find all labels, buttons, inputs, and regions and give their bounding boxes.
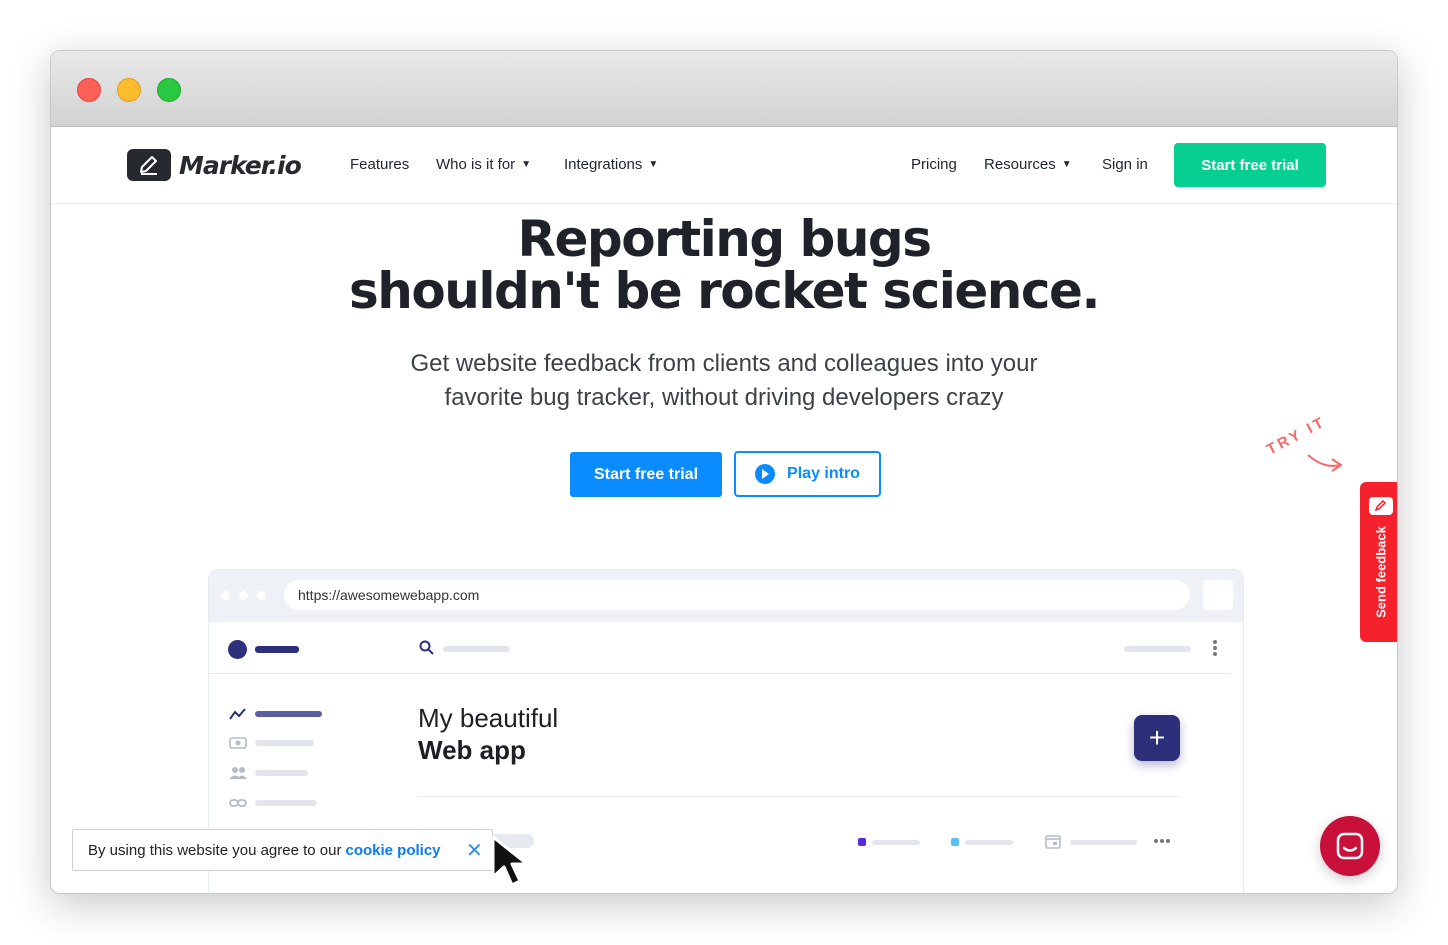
hero-start-trial-button[interactable]: Start free trial (570, 452, 722, 497)
caret-down-icon: ▼ (521, 159, 532, 170)
search-icon (419, 640, 435, 661)
play-intro-button[interactable]: Play intro (734, 451, 881, 497)
mockup-legend-bar (965, 840, 1013, 845)
chat-launcher-button[interactable] (1320, 816, 1380, 876)
caret-down-icon: ▼ (648, 159, 659, 170)
mockup-search-bar (443, 646, 510, 652)
cookie-policy-link[interactable]: cookie policy (345, 842, 440, 859)
mockup-dot (221, 591, 230, 600)
nav-pricing-label: Pricing (911, 156, 957, 173)
mockup-legend-square (951, 838, 959, 846)
send-feedback-tab[interactable]: Send feedback (1360, 482, 1397, 642)
try-it-text: TRY IT (1264, 413, 1329, 458)
hero-subtitle: Get website feedback from clients and co… (51, 347, 1397, 415)
link-icon (229, 796, 247, 815)
window-titlebar (51, 51, 1397, 127)
mockup-sidebar-bar (255, 800, 317, 806)
cookie-text: By using this website you agree to our (88, 841, 342, 859)
people-icon (229, 766, 247, 785)
try-it-hint: TRY IT (1264, 407, 1359, 477)
nav-resources[interactable]: Resources ▼ (984, 156, 1072, 173)
more-horizontal-icon (1154, 839, 1170, 843)
close-window-button[interactable] (77, 78, 101, 102)
hero-subtitle-line1: Get website feedback from clients and co… (410, 350, 1038, 377)
mockup-browser-bar: https://awesomewebapp.com (209, 570, 1243, 622)
brand-name: Marker.io (179, 150, 302, 180)
mockup-url-bar: https://awesomewebapp.com (284, 580, 1190, 610)
nav-features-label: Features (350, 156, 410, 173)
close-icon[interactable]: ✕ (466, 838, 483, 863)
cookie-banner: By using this website you agree to our c… (72, 829, 493, 871)
play-icon (755, 464, 776, 484)
mockup-title-line1: My beautiful (418, 703, 559, 733)
pencil-icon (1369, 497, 1393, 515)
nav-start-trial-button[interactable]: Start free trial (1174, 143, 1326, 187)
browser-window: Marker.io Features Who is it for ▼ Integ… (50, 50, 1398, 894)
mockup-brand-bar (255, 646, 299, 653)
mockup-sidebar-bar (255, 770, 308, 776)
minimize-window-button[interactable] (117, 78, 141, 102)
trending-icon (229, 707, 247, 726)
play-intro-label: Play intro (787, 465, 860, 482)
mockup-divider (418, 796, 1181, 797)
more-vertical-icon (1213, 640, 1217, 656)
nav-integrations[interactable]: Integrations ▼ (564, 156, 658, 173)
mockup-avatar (228, 640, 247, 659)
send-feedback-label: Send feedback (1373, 526, 1389, 618)
mockup-header-bar (1124, 646, 1191, 652)
mockup-square (1203, 580, 1233, 610)
maximize-window-button[interactable] (157, 78, 181, 102)
mockup-dot (257, 591, 266, 600)
brand-logo[interactable]: Marker.io (127, 149, 302, 181)
caret-down-icon: ▼ (1061, 159, 1072, 170)
web-page: Marker.io Features Who is it for ▼ Integ… (51, 127, 1397, 893)
calendar-icon (1045, 833, 1061, 854)
mockup-date-bar (1070, 840, 1137, 845)
top-navigation: Marker.io Features Who is it for ▼ Integ… (51, 127, 1397, 204)
chat-icon (1336, 832, 1364, 860)
nav-resources-label: Resources (984, 156, 1056, 173)
mockup-dot (239, 591, 248, 600)
payments-icon (229, 736, 247, 755)
hero-title-line1: Reporting bugs (517, 210, 932, 268)
hero-subtitle-line2: favorite bug tracker, without driving de… (444, 384, 1004, 411)
cursor-arrow-icon (489, 833, 539, 893)
nav-sign-in[interactable]: Sign in (1102, 156, 1148, 173)
mockup-title-line2: Web app (418, 735, 526, 765)
nav-features[interactable]: Features (350, 156, 409, 173)
hero-title-line2: shouldn't be rocket science. (349, 262, 1100, 320)
nav-sign-in-label: Sign in (1102, 156, 1148, 173)
nav-integrations-label: Integrations (564, 156, 643, 173)
mockup-add-button: + (1134, 715, 1180, 761)
mockup-header-divider (209, 673, 1231, 674)
nav-who-is-it-for[interactable]: Who is it for ▼ (436, 156, 531, 173)
mockup-legend-bar (872, 840, 920, 845)
mockup-sidebar-bar (255, 740, 314, 746)
mockup-legend-square (858, 838, 866, 846)
mockup-sidebar-bar (255, 711, 322, 717)
nav-who-label: Who is it for (436, 156, 516, 173)
pencil-icon (127, 149, 171, 181)
nav-pricing[interactable]: Pricing (911, 156, 957, 173)
